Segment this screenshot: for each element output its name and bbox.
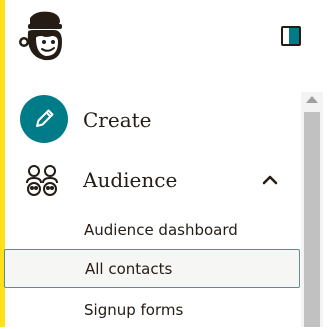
nav-create[interactable]: Create (0, 95, 300, 145)
nav-audience[interactable]: Audience (0, 155, 300, 205)
freddie-monkey-logo-icon[interactable] (16, 8, 74, 66)
audience-icon (26, 165, 58, 196)
subnav-all-contacts-label: All contacts (85, 259, 173, 278)
pencil-icon (20, 95, 68, 143)
scroll-thumb[interactable] (304, 112, 320, 327)
subnav-signup-forms-label: Signup forms (84, 300, 184, 319)
chevron-up-icon[interactable] (259, 169, 281, 191)
sidebar-scrollbar[interactable] (301, 92, 323, 327)
subnav-signup-forms[interactable]: Signup forms (4, 290, 300, 329)
sidebar-collapse-icon[interactable] (281, 26, 301, 46)
scroll-up-arrow-icon[interactable] (306, 96, 318, 103)
subnav-all-contacts[interactable]: All contacts (4, 249, 300, 288)
subnav-audience-dashboard[interactable]: Audience dashboard (4, 210, 300, 249)
nav-audience-label: Audience (83, 168, 178, 192)
subnav-audience-dashboard-label: Audience dashboard (84, 220, 238, 239)
nav-create-label: Create (83, 108, 152, 132)
